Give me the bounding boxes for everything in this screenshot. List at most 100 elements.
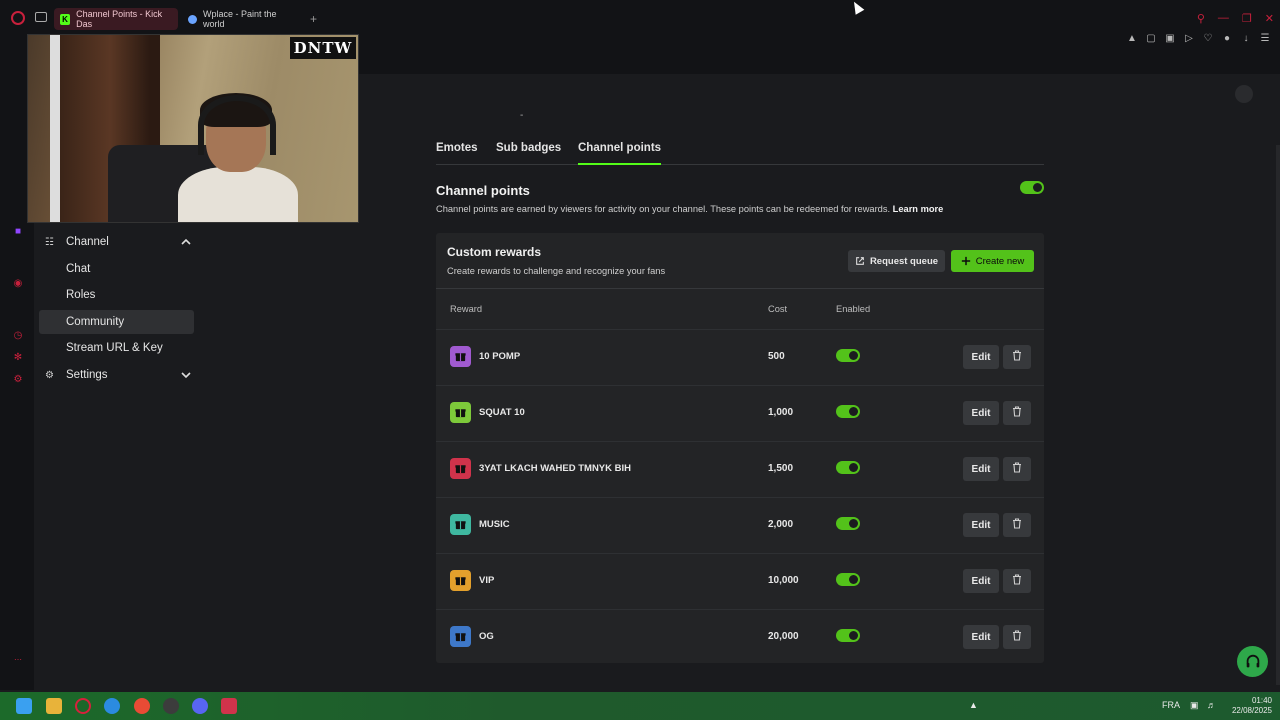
channel-points-title: Channel points [436,183,530,198]
sidebar-item-chat[interactable]: Chat [39,257,194,281]
headset-icon [1246,654,1259,667]
sidebar-item-settings[interactable]: ⚙ Settings [39,363,194,387]
app-icon[interactable] [221,698,237,714]
reward-name: 10 POMP [479,351,521,362]
reward-cost: 10,000 [768,575,799,586]
discord-icon[interactable] [192,698,208,714]
settings-gear-icon[interactable]: ⚙ [12,374,24,386]
trash-icon [1012,628,1022,646]
content-tabs: Emotes Sub badges Channel points [436,140,1044,165]
sidebar-item-label: Settings [66,369,108,381]
table-row: 3YAT LKACH WAHED TMNYK BIH 1,500 Edit [436,441,1044,497]
profile-icon[interactable]: ● [1222,33,1232,44]
edit-reward-button[interactable]: Edit [963,345,999,369]
table-row: MUSIC 2,000 Edit [436,497,1044,553]
opera-taskbar-icon[interactable] [75,698,91,714]
sidebar-item-roles[interactable]: Roles [39,283,194,307]
help-chat-button[interactable] [1237,646,1268,677]
sidebar-item-channel[interactable]: ☷ Channel [39,230,194,254]
opera-logo-icon[interactable] [11,11,25,25]
tab-emotes[interactable]: Emotes [436,142,478,165]
close-icon[interactable]: ✕ [1265,12,1274,25]
reward-enabled-toggle[interactable] [836,461,860,474]
extensions-icon[interactable]: ✻ [12,352,24,364]
search-tabs-icon[interactable]: ⚲ [1197,12,1205,25]
shield-icon[interactable]: ▣ [1165,33,1175,44]
browser-tab-channel-points[interactable]: K Channel Points - Kick Das [54,8,178,30]
windows-taskbar: ▲ FRA ▣ ♬ 01:40 22/08/2025 [0,692,1280,720]
tab-channel-points[interactable]: Channel points [578,142,662,165]
edge-icon[interactable] [104,698,120,714]
sidebar-item-community[interactable]: Community [39,310,194,334]
create-new-button[interactable]: Create new [951,250,1034,272]
column-header-enabled: Enabled [836,304,871,314]
delete-reward-button[interactable] [1003,345,1031,369]
edit-reward-button[interactable]: Edit [963,457,999,481]
trash-icon [1012,460,1022,478]
sidebar-item-stream-url-key[interactable]: Stream URL & Key [39,336,194,360]
browser-tab-wplace[interactable]: Wplace - Paint the world [182,8,306,30]
header-dash: - [520,110,524,121]
reward-enabled-toggle[interactable] [836,517,860,530]
table-row: 10 POMP 500 Edit [436,329,1044,385]
page-scrollbar[interactable] [1276,145,1280,685]
chrome-icon[interactable] [134,698,150,714]
reward-gift-icon [450,402,471,423]
delete-reward-button[interactable] [1003,513,1031,537]
network-icon[interactable]: ▣ [1190,700,1199,711]
reward-cost: 20,000 [768,631,799,642]
delete-reward-button[interactable] [1003,625,1031,649]
channel-points-description: Channel points are earned by viewers for… [436,204,943,214]
reward-enabled-toggle[interactable] [836,405,860,418]
windows-start-icon[interactable] [16,698,32,714]
snapshot-icon[interactable]: ▢ [1146,33,1156,44]
sidebar-item-label: Stream URL & Key [66,342,163,354]
edit-reward-button[interactable]: Edit [963,569,999,593]
history-icon[interactable]: ◷ [12,330,24,342]
custom-rewards-subtitle: Create rewards to challenge and recogniz… [447,266,666,276]
request-queue-button[interactable]: Request queue [848,250,945,272]
reward-name: 3YAT LKACH WAHED TMNYK BIH [479,463,632,474]
language-indicator[interactable]: FRA [1162,700,1180,710]
reward-enabled-toggle[interactable] [836,349,860,362]
heart-icon[interactable]: ♡ [1203,33,1213,44]
pin-icon[interactable]: ▲ [1127,33,1137,44]
download-icon[interactable]: ↓ [1241,33,1251,44]
delete-reward-button[interactable] [1003,401,1031,425]
menu-icon[interactable]: ☰ [1260,33,1270,44]
play-icon[interactable]: ▷ [1184,33,1194,44]
trash-icon [1012,348,1022,366]
tab-sub-badges[interactable]: Sub badges [496,142,561,165]
delete-reward-button[interactable] [1003,569,1031,593]
minimize-icon[interactable]: — [1218,12,1229,25]
system-clock[interactable]: 01:40 22/08/2025 [1228,696,1272,716]
tab-island-icon[interactable] [35,12,47,22]
sidebar-item-label: Community [66,316,125,328]
chevron-up-icon [180,236,191,246]
reward-enabled-toggle[interactable] [836,573,860,586]
volume-icon[interactable]: ♬ [1207,700,1216,710]
twitch-icon[interactable]: ■ [12,226,24,238]
new-tab-button[interactable]: + [310,12,317,26]
delete-reward-button[interactable] [1003,457,1031,481]
reward-name: MUSIC [479,519,510,530]
more-icon[interactable]: ⋯ [12,654,24,666]
restore-icon[interactable]: ❐ [1242,12,1252,25]
edit-reward-button[interactable]: Edit [963,401,999,425]
button-label: Create new [975,255,1025,267]
file-explorer-icon[interactable] [46,698,62,714]
trash-icon [1012,404,1022,422]
learn-more-link[interactable]: Learn more [893,204,944,214]
edit-reward-button[interactable]: Edit [963,513,999,537]
channel-points-toggle[interactable] [1020,181,1044,194]
reward-name: VIP [479,575,495,586]
globe-icon [188,14,197,24]
user-avatar[interactable] [1235,85,1253,103]
reward-enabled-toggle[interactable] [836,629,860,642]
tray-chevron-icon[interactable]: ▲ [969,700,978,710]
webcam-overlay: DNTW [27,34,359,223]
tab-title: Channel Points - Kick Das [76,9,163,29]
player-icon[interactable]: ◉ [12,278,24,290]
obs-icon[interactable] [163,698,179,714]
edit-reward-button[interactable]: Edit [963,625,999,649]
